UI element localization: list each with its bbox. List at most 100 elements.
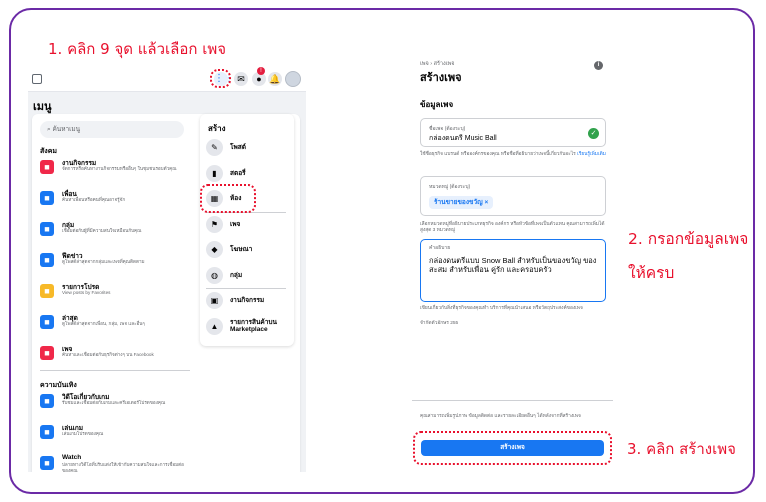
event-icon: ▣ — [206, 292, 223, 309]
create-item[interactable]: ▮ สตอรี่ — [206, 164, 292, 184]
create-item[interactable]: ▲ รายการสินค้าบน Marketplace — [206, 317, 292, 337]
step-2-annotation: 2. กรอกข้อมูลเพจให้ครบ — [628, 230, 749, 282]
menu-item-description: ค้นหาเพื่อนหรือคนที่คุณอาจรู้จัก — [62, 197, 126, 202]
entertainment-section-header: ความบันเทิง — [40, 382, 77, 389]
menu-item[interactable]: ■ รายการโปรด View posts by Favorites — [40, 282, 200, 304]
info-icon[interactable]: i — [594, 61, 603, 70]
menu-item[interactable]: ■ เพจ ค้นหาและเชื่อมต่อกับธุรกิจต่างๆ บน F… — [40, 344, 200, 366]
group-icon: ◍ — [206, 266, 223, 284]
notification-badge: ! — [257, 67, 265, 75]
menu-item-title: Watch — [62, 454, 82, 461]
menu-item-description: ปลายทางวิดีโอที่ปรับแต่งให้เข้ากับความสน… — [62, 462, 184, 472]
create-panel: สร้าง ✎ โพสต์ ▮ สตอรี่ ▦ ห้อง ⚑ เพจ ◆ โฆษณา ◍ กลุ่ม… — [200, 114, 294, 346]
flag-icon: ■ — [40, 346, 54, 360]
highlight-page-item — [200, 184, 256, 213]
menu-item[interactable]: ■ เล่นเกม เล่นเกมโปรดของคุณ — [40, 423, 200, 445]
create-item-label: รายการสินค้าบน Marketplace — [230, 318, 278, 334]
category-field[interactable]: หมวดหมู่ (ต้องระบุ) ร้านขายของขวัญ × — [420, 176, 606, 216]
story-icon: ▮ — [206, 164, 223, 182]
menu-item-description: ดูโพสต์ล่าสุดจากเพื่อน, กลุ่ม, เพจ และอื… — [62, 321, 145, 326]
create-item-label: เพจ — [230, 220, 241, 228]
create-item-label: สตอรี่ — [230, 169, 246, 177]
category-label: หมวดหมู่ (ต้องระบุ) — [429, 184, 471, 190]
facebook-logo-icon[interactable] — [32, 74, 42, 84]
highlight-create-button — [413, 431, 612, 465]
description-value: กล่องดนตรีแบบ Snow Ball สำหรับเป็นของขวั… — [429, 256, 597, 275]
menu-panel: ⌕ ค้นหาเมนู สังคม ■ งานกิจกรรม จัดการหรือค… — [32, 114, 300, 472]
create-item-label: งานกิจกรรม — [230, 297, 265, 304]
search-placeholder: ค้นหาเมนู — [52, 126, 81, 133]
create-item[interactable]: ⚑ เพจ — [206, 215, 292, 235]
page-flag-icon: ⚑ — [206, 215, 223, 233]
page-name-hint: ใช้ชื่อธุรกิจ แบรนด์ หรือองค์กรของคุณ หร… — [420, 152, 608, 158]
learn-more-link[interactable]: เรียนรู้เพิ่มเติม — [577, 152, 606, 157]
category-chip[interactable]: ร้านขายของขวัญ × — [429, 196, 494, 209]
create-title: สร้าง — [208, 124, 226, 133]
page-name-hint-text: ใช้ชื่อธุรกิจ แบรนด์ หรือองค์กรของคุณ หร… — [420, 152, 576, 157]
create-item[interactable]: ◍ กลุ่ม — [206, 266, 292, 286]
description-label: คำอธิบาย — [429, 245, 451, 251]
menu-item[interactable]: ■ วิดีโอเกี่ยวกับเกม รับชมและเชื่อมต่อกับเ… — [40, 392, 200, 414]
menu-item-description: View posts by Favorites — [62, 290, 111, 295]
news-feed-icon: ■ — [40, 253, 54, 267]
page-name-field[interactable]: ชื่อเพจ (ต้องระบุ) กล่องดนตรี Music Ball… — [420, 118, 606, 147]
page-title: สร้างเพจ — [420, 72, 462, 84]
menu-item[interactable]: ■ Watch ปลายทางวิดีโอที่ปรับแต่งให้เข้ากับ… — [40, 454, 200, 472]
description-hint: เขียนเกี่ยวกับสิ่งที่ธุรกิจของคุณทำ บริก… — [420, 306, 583, 311]
remove-chip-icon[interactable]: × — [484, 199, 488, 206]
marketplace-icon: ▲ — [206, 317, 223, 335]
create-page-screenshot: เพจ › สร้างเพจ สร้างเพจ i ข้อมูลเพจ ชื่อ… — [412, 56, 613, 468]
highlight-nine-dots — [210, 69, 231, 88]
menu-item-description: เล่นเกมโปรดของคุณ — [62, 431, 104, 436]
check-icon: ✓ — [588, 128, 599, 139]
create-item[interactable]: ✎ โพสต์ — [206, 138, 292, 158]
create-item[interactable]: ▣ งานกิจกรรม — [206, 291, 292, 311]
video-game-icon: ■ — [40, 394, 54, 408]
section-divider — [40, 370, 190, 371]
friends-icon: ■ — [40, 191, 54, 205]
menu-item-description: จัดการหรือค้นหางานกิจกรรมหรืออื่นๆ ในชุม… — [62, 166, 177, 171]
page-name-value: กล่องดนตรี Music Ball — [429, 135, 497, 142]
recent-icon: ■ — [40, 315, 54, 329]
top-bar: ⋮⋮ ✉ ● ! 🔔 — [28, 66, 306, 92]
star-icon: ■ — [40, 284, 54, 298]
menu-item[interactable]: ■ งานกิจกรรม จัดการหรือค้นหางานกิจกรรมหรือ… — [40, 158, 200, 180]
bell-icon[interactable]: 🔔 — [268, 72, 282, 86]
create-item[interactable]: ◆ โฆษณา — [206, 240, 292, 260]
menu-item-description: เชื่อมต่อกับผู้ที่มีความสนใจเหมือนกับคุณ — [62, 228, 142, 233]
groups-icon: ■ — [40, 222, 54, 236]
facebook-menu-screenshot: ⋮⋮ ✉ ● ! 🔔 เมนู ⌕ ค้นหาเมนู สังคม ■ งานกิ… — [28, 66, 306, 472]
calendar-star-icon: ■ — [40, 160, 54, 174]
create-item-label: โฆษณา — [230, 246, 253, 253]
menu-search-input[interactable]: ⌕ ค้นหาเมนู — [40, 121, 184, 138]
create-item-label: กลุ่ม — [230, 271, 243, 279]
category-chip-label: ร้านขายของขวัญ — [434, 199, 483, 206]
post-icon: ✎ — [206, 139, 223, 156]
page-info-heading: ข้อมูลเพจ — [420, 100, 454, 109]
page-name-label: ชื่อเพจ (ต้องระบุ) — [429, 126, 466, 132]
menu-item[interactable]: ■ ล่าสุด ดูโพสต์ล่าสุดจากเพื่อน, กลุ่ม, เพ… — [40, 313, 200, 335]
create-divider — [206, 288, 286, 289]
gamepad-icon: ■ — [40, 425, 54, 439]
menu-item[interactable]: ■ เพื่อน ค้นหาเพื่อนหรือคนที่คุณอาจรู้จัก — [40, 189, 200, 211]
footer-divider — [412, 400, 613, 401]
footer-hint: คุณสามารถเพิ่มรูปภาพ ข้อมูลติดต่อ และราย… — [420, 414, 581, 419]
description-textarea[interactable]: คำอธิบาย กล่องดนตรีแบบ Snow Ball สำหรับเ… — [420, 239, 606, 302]
menu-item[interactable]: ■ กลุ่ม เชื่อมต่อกับผู้ที่มีความสนใจเหมือน… — [40, 220, 200, 242]
category-hint: เลือกหมวดหมู่ที่อธิบายประเภทธุรกิจ องค์ก… — [420, 222, 605, 234]
watch-icon: ■ — [40, 456, 54, 470]
social-section-header: สังคม — [40, 148, 57, 155]
step-3-annotation: 3. คลิก สร้างเพจ — [627, 440, 736, 458]
ad-icon: ◆ — [206, 241, 223, 258]
menu-item-description: รับชมและเชื่อมต่อกับเกมและครีเอเตอร์โปรด… — [62, 400, 166, 405]
avatar[interactable] — [285, 71, 301, 87]
menu-item[interactable]: ■ ฟีดข่าว ดูโพสต์ล่าสุดจากกลุ่มและเพจที่คุ… — [40, 251, 200, 273]
step-1-annotation: 1. คลิก 9 จุด แล้วเลือก เพจ — [48, 40, 227, 58]
character-limit: จำกัดตัวอักษร 255 — [420, 321, 459, 326]
menu-title: เมนู — [33, 101, 52, 113]
menu-item-description: ดูโพสต์ล่าสุดจากกลุ่มและเพจที่คุณติดตาม — [62, 259, 145, 264]
breadcrumb[interactable]: เพจ › สร้างเพจ — [420, 60, 454, 68]
create-item-label: โพสต์ — [230, 144, 246, 151]
menu-item-description: ค้นหาและเชื่อมต่อกับธุรกิจต่างๆ บน Faceb… — [62, 352, 154, 357]
messenger-icon[interactable]: ✉ — [234, 72, 248, 86]
